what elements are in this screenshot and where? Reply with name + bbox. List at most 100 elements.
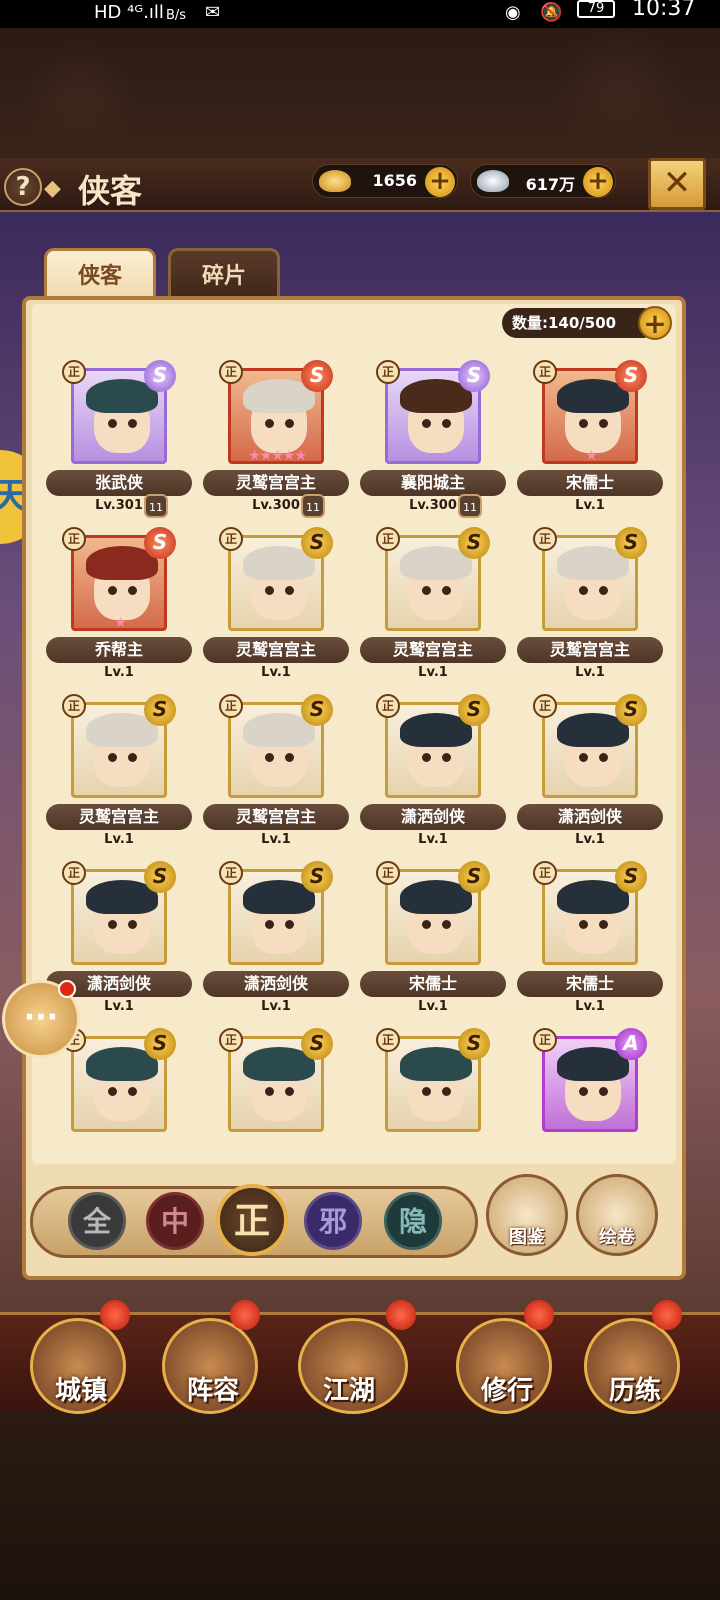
hero-card[interactable]: 正A bbox=[507, 1028, 667, 1160]
hero-eye bbox=[442, 920, 451, 929]
filter-hidden[interactable]: 隐 bbox=[384, 1192, 442, 1250]
hero-name: 潇洒剑侠 bbox=[360, 804, 506, 830]
hero-card[interactable]: 正 S 宋儒士 Lv.1 bbox=[350, 861, 510, 1026]
faction-tag: 正 bbox=[219, 527, 243, 551]
hero-level: Lv.1 bbox=[575, 832, 605, 847]
hero-card[interactable]: 正 S 宋儒士 Lv.1 bbox=[507, 861, 667, 1026]
hero-eye bbox=[579, 1087, 588, 1096]
hero-card[interactable]: 正 S 灵鹫宫宫主 Lv.1 bbox=[36, 694, 196, 859]
tab-fragments[interactable]: 碎片 bbox=[168, 248, 280, 302]
hero-eye bbox=[422, 753, 431, 762]
hero-eye bbox=[422, 1087, 431, 1096]
hero-card[interactable]: 正 S 灵鹫宫宫主 Lv.1 bbox=[507, 527, 667, 692]
hero-eye bbox=[265, 419, 274, 428]
faction-tag: 正 bbox=[62, 861, 86, 885]
hero-card[interactable]: 正 S ★ 宋儒士 Lv.1 bbox=[507, 360, 667, 525]
hero-card[interactable]: 正 S 张武侠 Lv.301 11 bbox=[36, 360, 196, 525]
nav-training-label: 修行 bbox=[480, 1376, 533, 1406]
nav-lineup-label: 阵容 bbox=[186, 1376, 239, 1406]
filter-neutral[interactable]: 中 bbox=[146, 1192, 204, 1250]
faction-tag: 正 bbox=[219, 360, 243, 384]
hero-card[interactable]: 正 S 灵鹫宫宫主 Lv.1 bbox=[193, 694, 353, 859]
hero-eye bbox=[128, 753, 137, 762]
hero-level: Lv.300 bbox=[409, 498, 457, 513]
add-silver-button[interactable]: + bbox=[583, 167, 613, 197]
gold-amount: 1656 bbox=[372, 171, 417, 190]
nav-jianghu[interactable]: 江湖 bbox=[298, 1318, 408, 1414]
hero-card[interactable]: 正S bbox=[350, 1028, 510, 1160]
filter-all[interactable]: 全 bbox=[68, 1192, 126, 1250]
hero-card[interactable]: 正 S ★★★★★ 灵鹫宫宫主 Lv.300 11 bbox=[193, 360, 353, 525]
hero-eye bbox=[128, 586, 137, 595]
hero-eye bbox=[442, 753, 451, 762]
hero-name: 襄阳城主 bbox=[360, 470, 506, 496]
hero-level: Lv.300 bbox=[252, 498, 300, 513]
grade-badge: S bbox=[301, 527, 333, 559]
hero-level: Lv.1 bbox=[261, 832, 291, 847]
hero-eye bbox=[422, 586, 431, 595]
faction-tag: 正 bbox=[219, 861, 243, 885]
hero-card[interactable]: 正 S 潇洒剑侠 Lv.1 bbox=[193, 861, 353, 1026]
filter-evil[interactable]: 邪 bbox=[304, 1192, 362, 1250]
scroll-album-button[interactable]: 绘卷 bbox=[576, 1174, 658, 1256]
tab-heroes[interactable]: 侠客 bbox=[44, 248, 156, 302]
filter-righteous[interactable]: 正 bbox=[216, 1184, 288, 1256]
hero-eye bbox=[579, 586, 588, 595]
hero-eye bbox=[265, 1087, 274, 1096]
hero-card[interactable]: 正 S 潇洒剑侠 Lv.1 bbox=[350, 694, 510, 859]
grade-badge: S bbox=[301, 694, 333, 726]
help-button[interactable]: ? bbox=[4, 168, 42, 206]
status-bar: HD ⁴ᴳ.ıll B/s ✉ ◉ 🔕 79 10:37 bbox=[0, 0, 720, 28]
codex-button[interactable]: 图鉴 bbox=[486, 1174, 568, 1256]
hero-eye bbox=[108, 920, 117, 929]
hero-eye bbox=[285, 419, 294, 428]
nav-lineup[interactable]: 阵容 bbox=[162, 1318, 258, 1414]
hero-card[interactable]: 正 S 襄阳城主 Lv.300 11 bbox=[350, 360, 510, 525]
nav-trials[interactable]: 历练 bbox=[584, 1318, 680, 1414]
hero-eye bbox=[265, 753, 274, 762]
hero-level: Lv.301 bbox=[95, 498, 143, 513]
hero-card[interactable]: 正 S 潇洒剑侠 Lv.1 bbox=[507, 694, 667, 859]
mute-icon: 🔕 bbox=[540, 2, 563, 23]
codex-label: 图鉴 bbox=[509, 1227, 545, 1248]
background-bottom bbox=[0, 1412, 720, 1600]
faction-tag: 正 bbox=[533, 360, 557, 384]
hero-name: 乔帮主 bbox=[46, 637, 192, 663]
hero-eye bbox=[579, 419, 588, 428]
nav-trials-alert-dot bbox=[652, 1300, 682, 1330]
hero-name: 张武侠 bbox=[46, 470, 192, 496]
add-gold-button[interactable]: + bbox=[425, 167, 455, 197]
hero-eye bbox=[265, 586, 274, 595]
nav-town[interactable]: 城镇 bbox=[30, 1318, 126, 1414]
hero-name: 宋儒士 bbox=[360, 971, 506, 997]
expand-capacity-button[interactable]: + bbox=[638, 306, 672, 340]
hero-eye bbox=[128, 419, 137, 428]
close-button[interactable]: ✕ bbox=[648, 158, 706, 210]
hero-eye bbox=[128, 920, 137, 929]
grade-badge: S bbox=[458, 694, 490, 726]
hero-name: 灵鹫宫宫主 bbox=[360, 637, 506, 663]
faction-tag: 正 bbox=[533, 861, 557, 885]
hero-card[interactable]: 正 S 灵鹫宫宫主 Lv.1 bbox=[350, 527, 510, 692]
gold-currency: 1656 + bbox=[312, 164, 458, 198]
nav-training[interactable]: 修行 bbox=[456, 1318, 552, 1414]
hero-card[interactable]: 正 S ★ 乔帮主 Lv.1 bbox=[36, 527, 196, 692]
grade-badge: S bbox=[458, 360, 490, 392]
hero-eye bbox=[442, 419, 451, 428]
network-speed: B/s bbox=[166, 8, 187, 23]
faction-tag: 正 bbox=[376, 861, 400, 885]
faction-tag: 正 bbox=[62, 360, 86, 384]
hero-eye bbox=[108, 753, 117, 762]
faction-tag: 正 bbox=[376, 694, 400, 718]
grade-badge: S bbox=[458, 861, 490, 893]
star-tier-badge: 11 bbox=[301, 494, 325, 518]
grade-badge: S bbox=[144, 360, 176, 392]
nav-training-alert-dot bbox=[524, 1300, 554, 1330]
hero-card[interactable]: 正S bbox=[193, 1028, 353, 1160]
hero-eye bbox=[285, 586, 294, 595]
hero-card[interactable]: 正 S 灵鹫宫宫主 Lv.1 bbox=[193, 527, 353, 692]
hero-count: 数量:140/500 bbox=[502, 308, 658, 338]
hero-stars: ★ bbox=[114, 615, 127, 631]
hero-level: Lv.1 bbox=[575, 999, 605, 1014]
faction-tag: 正 bbox=[62, 694, 86, 718]
